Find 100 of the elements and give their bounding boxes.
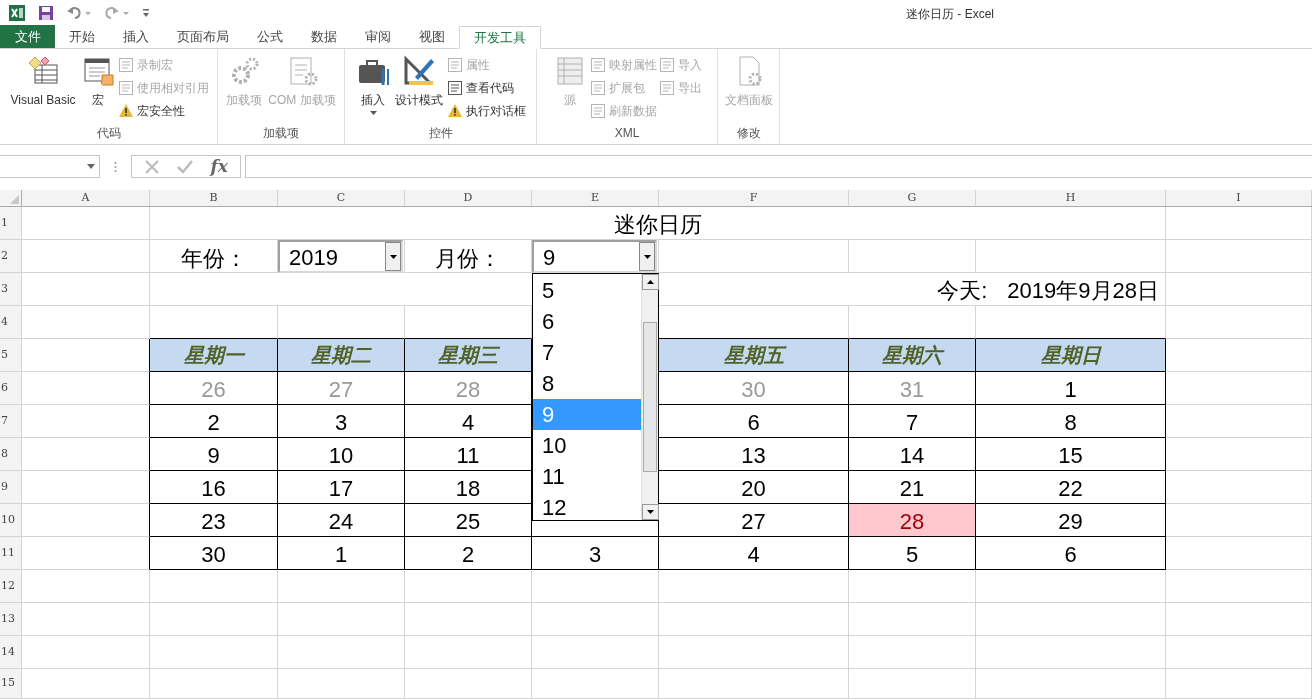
formula-input[interactable] bbox=[245, 155, 1312, 178]
grid-cell[interactable] bbox=[22, 537, 150, 570]
calendar-cell[interactable]: 29 bbox=[976, 504, 1166, 537]
save-icon[interactable] bbox=[38, 5, 54, 21]
grid-cell[interactable] bbox=[22, 372, 150, 405]
row-header[interactable]: 4 bbox=[0, 306, 22, 339]
calendar-cell[interactable]: 17 bbox=[278, 471, 405, 504]
row-header[interactable]: 8 bbox=[0, 438, 22, 471]
calendar-cell[interactable]: 22 bbox=[976, 471, 1166, 504]
dropdown-option[interactable]: 8 bbox=[533, 368, 641, 399]
customize-toolbar-icon[interactable] bbox=[142, 8, 150, 18]
row-header[interactable]: 6 bbox=[0, 372, 22, 405]
column-header[interactable]: H bbox=[976, 190, 1166, 206]
ribbon-tab[interactable]: 视图 bbox=[405, 25, 459, 48]
column-header[interactable]: D bbox=[405, 190, 532, 206]
calendar-cell[interactable]: 9 bbox=[150, 438, 278, 471]
scrollbar[interactable] bbox=[641, 274, 658, 520]
column-header[interactable]: I bbox=[1166, 190, 1312, 206]
excel-logo-icon[interactable] bbox=[8, 4, 26, 22]
calendar-cell[interactable]: 25 bbox=[405, 504, 532, 537]
cancel-icon[interactable] bbox=[144, 158, 161, 175]
calendar-cell[interactable]: 14 bbox=[849, 438, 976, 471]
drag-handle-icon[interactable] bbox=[114, 160, 117, 173]
ribbon-tab[interactable]: 页面布局 bbox=[163, 25, 243, 48]
dropdown-option[interactable]: 11 bbox=[533, 461, 641, 492]
row-header[interactable]: 7 bbox=[0, 405, 22, 438]
ribbon-small-button[interactable]: 宏安全性 bbox=[117, 102, 209, 120]
column-header[interactable]: G bbox=[849, 190, 976, 206]
dropdown-option[interactable]: 7 bbox=[533, 337, 641, 368]
calendar-cell[interactable]: 1 bbox=[278, 537, 405, 570]
dropdown-option[interactable]: 10 bbox=[533, 430, 641, 461]
ribbon-tab[interactable]: 开发工具 bbox=[459, 26, 541, 49]
ribbon-small-button[interactable]: 执行对话框 bbox=[447, 102, 526, 120]
scroll-thumb[interactable] bbox=[643, 322, 657, 472]
calendar-cell[interactable]: 10 bbox=[278, 438, 405, 471]
year-combo-box[interactable]: 2019 bbox=[278, 240, 403, 273]
calendar-cell[interactable]: 2 bbox=[405, 537, 532, 570]
row-header[interactable]: 3 bbox=[0, 273, 22, 306]
insert-function-button[interactable]: fx bbox=[210, 158, 228, 175]
ribbon-tab[interactable]: 审阅 bbox=[351, 25, 405, 48]
calendar-cell[interactable]: 3 bbox=[278, 405, 405, 438]
confirm-icon[interactable] bbox=[176, 158, 195, 175]
ribbon-button[interactable]: 宏 bbox=[79, 55, 116, 107]
row-header[interactable]: 10 bbox=[0, 504, 22, 537]
dropdown-option[interactable]: 5 bbox=[533, 275, 641, 306]
calendar-cell[interactable]: 8 bbox=[976, 405, 1166, 438]
row-header[interactable]: 2 bbox=[0, 240, 22, 273]
calendar-cell[interactable]: 16 bbox=[150, 471, 278, 504]
dropdown-option[interactable]: 6 bbox=[533, 306, 641, 337]
name-box[interactable] bbox=[0, 155, 100, 178]
calendar-cell[interactable]: 1 bbox=[976, 372, 1166, 405]
select-all-icon[interactable] bbox=[10, 195, 19, 204]
row-header[interactable]: 1 bbox=[0, 207, 22, 240]
ribbon-tab[interactable]: 公式 bbox=[243, 25, 297, 48]
calendar-cell[interactable]: 24 bbox=[278, 504, 405, 537]
scroll-up-icon[interactable] bbox=[642, 274, 659, 290]
calendar-cell[interactable]: 3 bbox=[532, 537, 659, 570]
calendar-cell[interactable]: 4 bbox=[659, 537, 849, 570]
column-header[interactable]: A bbox=[22, 190, 150, 206]
grid-cell[interactable] bbox=[22, 504, 150, 537]
row-header[interactable]: 9 bbox=[0, 471, 22, 504]
dropdown-button[interactable] bbox=[639, 242, 655, 271]
grid-cell[interactable] bbox=[22, 471, 150, 504]
undo-icon[interactable] bbox=[66, 5, 92, 21]
dropdown-button[interactable] bbox=[385, 242, 401, 271]
grid-cell[interactable] bbox=[22, 405, 150, 438]
ribbon-button[interactable]: 插入 bbox=[355, 55, 391, 115]
month-combo-box[interactable]: 9 bbox=[532, 240, 657, 273]
row-header[interactable]: 11 bbox=[0, 537, 22, 570]
column-header[interactable]: F bbox=[659, 190, 849, 206]
row-header[interactable]: 13 bbox=[0, 603, 22, 636]
redo-icon[interactable] bbox=[104, 5, 130, 21]
ribbon-tab[interactable]: 开始 bbox=[55, 25, 109, 48]
calendar-cell[interactable]: 30 bbox=[150, 537, 278, 570]
row-header[interactable]: 15 bbox=[0, 669, 22, 699]
file-tab[interactable]: 文件 bbox=[0, 25, 55, 48]
column-header[interactable]: B bbox=[150, 190, 278, 206]
row-header[interactable]: 14 bbox=[0, 636, 22, 669]
ribbon-small-button[interactable]: 查看代码 bbox=[447, 79, 526, 97]
calendar-cell[interactable]: 23 bbox=[150, 504, 278, 537]
calendar-cell[interactable]: 2 bbox=[150, 405, 278, 438]
dropdown-option[interactable]: 12 bbox=[533, 492, 641, 523]
ribbon-tab[interactable]: 插入 bbox=[109, 25, 163, 48]
calendar-cell[interactable]: 5 bbox=[849, 537, 976, 570]
ribbon-tab[interactable]: 数据 bbox=[297, 25, 351, 48]
calendar-cell[interactable]: 7 bbox=[849, 405, 976, 438]
row-header[interactable]: 5 bbox=[0, 339, 22, 372]
row-header[interactable]: 12 bbox=[0, 570, 22, 603]
ribbon-button[interactable]: Visual Basic bbox=[8, 55, 78, 107]
grid-cell[interactable] bbox=[22, 438, 150, 471]
column-header[interactable]: C bbox=[278, 190, 405, 206]
calendar-cell[interactable]: 6 bbox=[976, 537, 1166, 570]
column-header[interactable]: E bbox=[532, 190, 659, 206]
ribbon-button[interactable]: 设计模式 bbox=[393, 55, 445, 107]
calendar-cell[interactable]: 15 bbox=[976, 438, 1166, 471]
dropdown-list[interactable]: 5 6 7 8 9 10 11 12 bbox=[532, 273, 659, 521]
calendar-cell[interactable]: 28 bbox=[849, 504, 976, 537]
scroll-down-icon[interactable] bbox=[642, 504, 659, 520]
today-date: 2019年9月28日 bbox=[1007, 277, 1159, 305]
window-title: 迷你日历 - Excel bbox=[906, 6, 994, 23]
